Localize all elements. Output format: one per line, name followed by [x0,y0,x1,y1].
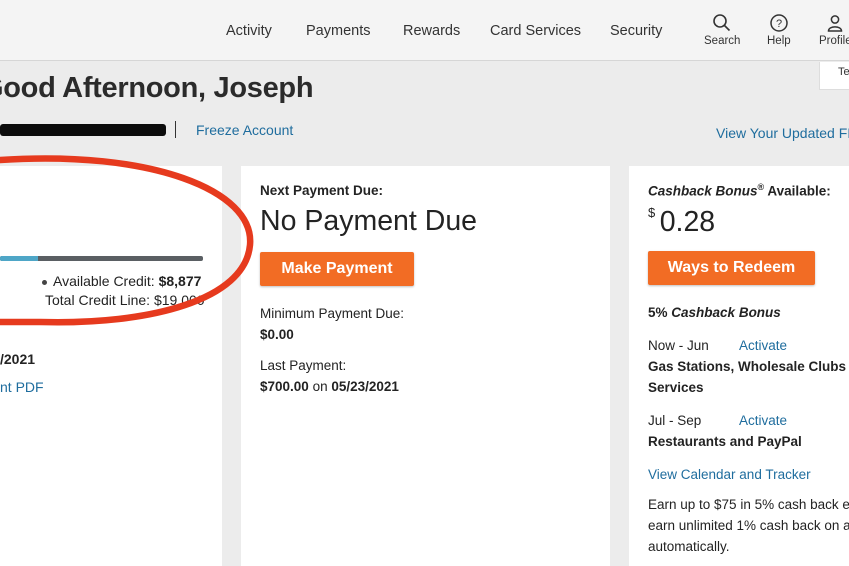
total-credit-value: $19,000 [153,292,205,308]
redacted-email [0,124,166,136]
last-payment-on: on [312,379,328,394]
last-payment-date: 05/23/2021 [331,379,399,394]
cashback-label-em: Cashback Bonus [648,183,758,199]
partial-tab[interactable]: Te [819,62,849,90]
top-navigation: Activity Payments Rewards Card Services … [0,0,849,61]
minimum-payment-value: $0.00 [260,327,294,342]
nav-security[interactable]: Security [610,23,662,39]
available-credit-label: Available Credit: [53,273,155,289]
cashback-amount-row: $ 0.28 [648,205,715,239]
ways-to-redeem-button[interactable]: Ways to Redeem [648,251,815,285]
svg-text:?: ? [776,18,782,30]
q2-activate-link[interactable]: Activate [739,413,787,428]
help-icon: ? [770,14,788,32]
nav-activity[interactable]: Activity [226,23,272,39]
last-payment-amount: $700.00 [260,379,309,394]
credit-usage-fill [0,256,38,261]
search-button[interactable]: Search [704,13,740,47]
available-credit-dot [42,280,47,285]
currency-symbol: $ [648,205,656,220]
q1-range: Now - Jun [648,338,709,353]
help-label: Help [767,35,791,47]
q1-category-line1: Gas Stations, Wholesale Clubs a [648,359,849,374]
statement-pdf-link[interactable]: nt PDF [0,379,44,395]
search-label: Search [704,35,741,47]
help-button[interactable]: ? Help [767,13,791,47]
bonus-label: Cashback Bonus [671,305,781,320]
search-icon [713,14,731,32]
q1-category-line2: Services [648,380,704,395]
nav-payments[interactable]: Payments [306,23,370,39]
earn-text-line2: earn unlimited 1% cash back on a [648,518,849,533]
total-credit-label: Total Credit Line: [45,292,151,308]
available-credit-row: Available Credit: $8,877 [53,273,201,289]
statement-date: /2021 [0,351,36,367]
calendar-tracker-link[interactable]: View Calendar and Tracker [648,467,811,482]
profile-button[interactable]: Profile [819,13,849,47]
header-separator [175,121,176,138]
last-payment-row: $700.00 on 05/23/2021 [260,379,399,394]
next-payment-label: Next Payment Due: [260,183,384,198]
q2-range: Jul - Sep [648,413,702,428]
nav-card-services[interactable]: Card Services [490,23,581,39]
last-payment-label: Last Payment: [260,358,347,373]
available-credit-value: $8,877 [158,273,202,289]
bonus-pct: 5% [648,305,668,320]
freeze-account-link[interactable]: Freeze Account [196,122,293,138]
payment-status: No Payment Due [260,205,478,237]
cashback-amount: 0.28 [659,206,716,238]
total-credit-row: Total Credit Line: $19,000 [45,292,205,308]
q2-category: Restaurants and PayPal [648,434,802,449]
earn-text-line1: Earn up to $75 in 5% cash back e [648,497,849,512]
nav-rewards[interactable]: Rewards [403,23,460,39]
cashback-label-rest: Available: [764,183,831,199]
minimum-payment-label: Minimum Payment Due: [260,306,405,321]
q1-activate-link[interactable]: Activate [739,338,787,353]
make-payment-button[interactable]: Make Payment [260,252,414,286]
partial-tab-label: Te [838,66,849,78]
cashback-available-label: Cashback Bonus® Available: [648,182,831,199]
profile-icon [828,15,843,32]
earn-text-line3: automatically. [648,539,730,554]
greeting-heading: Good Afternoon, Joseph [0,72,314,104]
bonus-heading: 5% Cashback Bonus [648,305,781,320]
profile-label: Profile [819,35,849,47]
fico-link[interactable]: View Your Updated FICO [716,125,849,141]
